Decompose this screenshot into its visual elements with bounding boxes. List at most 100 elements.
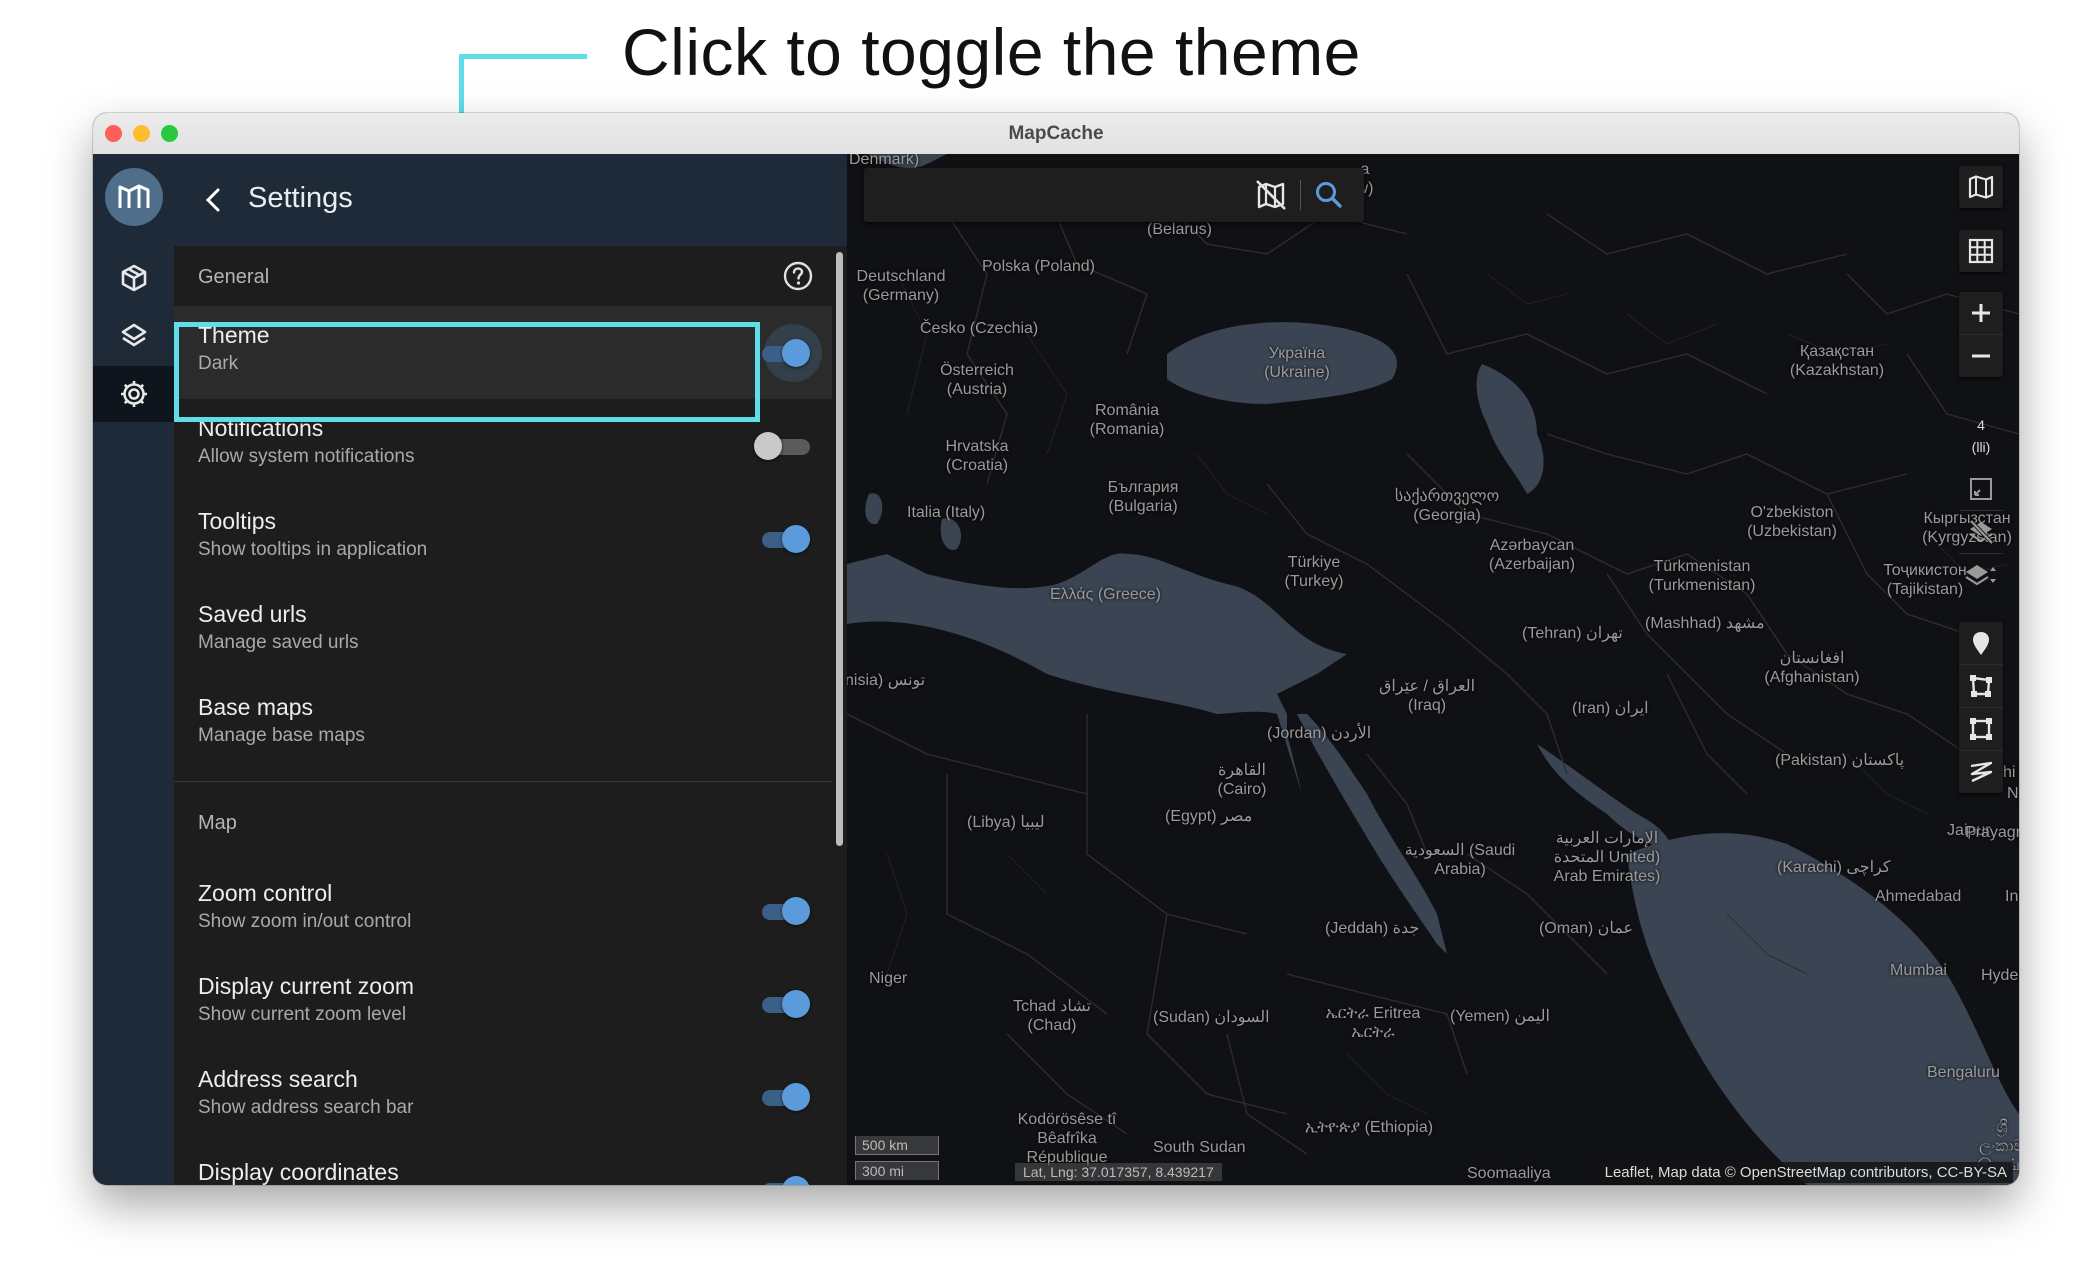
map-label: Türkmenistan (Turkmenistan) bbox=[1648, 558, 1756, 594]
view-tools-control[interactable] bbox=[1959, 468, 2003, 596]
address-search-toggle[interactable] bbox=[754, 1082, 810, 1112]
map-label: (Libya) ليبيا bbox=[967, 814, 1045, 831]
setting-address-search[interactable]: Address search Show address search bar bbox=[174, 1050, 832, 1143]
clear-layers-button[interactable] bbox=[1959, 511, 2003, 554]
map-label: (Tehran) تهران bbox=[1522, 625, 1623, 642]
zoom-control[interactable] bbox=[1959, 292, 2003, 377]
search-button[interactable] bbox=[1312, 178, 1346, 212]
section-label: Map bbox=[198, 812, 237, 834]
app-window: MapCache Settings General Theme Dark Not… bbox=[93, 113, 2019, 1185]
map-label: România (Romania) bbox=[1089, 402, 1165, 438]
map-label: Česko (Czechia) bbox=[920, 320, 1039, 337]
basemap-button[interactable] bbox=[1959, 166, 2003, 208]
plus-icon bbox=[1972, 304, 1990, 322]
map-label: India bbox=[2005, 888, 2019, 905]
back-button[interactable] bbox=[194, 180, 234, 220]
basemap-control[interactable] bbox=[1959, 166, 2003, 208]
scale-mi: 300 mi bbox=[855, 1161, 939, 1180]
setting-title: Display coordinates bbox=[198, 1159, 399, 1185]
map-off-icon bbox=[1256, 180, 1286, 210]
grid-control[interactable] bbox=[1959, 230, 2003, 272]
nav-rail bbox=[93, 154, 174, 1185]
nav-layers-button[interactable] bbox=[93, 308, 174, 364]
window-title: MapCache bbox=[1008, 123, 1104, 144]
zoom-level-suffix: (lli) bbox=[1971, 439, 1991, 455]
map-label: Hyderabad bbox=[1981, 967, 2019, 984]
map-label: ኢትዮጵያ (Ethiopia) bbox=[1305, 1119, 1434, 1136]
map-attribution[interactable]: Leaflet, Map data © OpenStreetMap contri… bbox=[1598, 1162, 2013, 1183]
map-label: Ελλάς (Greece) bbox=[1050, 586, 1161, 603]
tooltips-toggle[interactable] bbox=[754, 524, 810, 554]
setting-display-current-zoom[interactable]: Display current zoom Show current zoom l… bbox=[174, 957, 832, 1050]
map-label: Україна (Ukraine) bbox=[1264, 345, 1330, 381]
map-label: България (Bulgaria) bbox=[1107, 479, 1179, 515]
rectangle-icon bbox=[1970, 718, 1992, 740]
map-icon bbox=[1968, 175, 1994, 199]
map-label: Kodörösêse tî Bêafrîka République bbox=[1017, 1111, 1117, 1166]
map-label: (Jeddah) جدة bbox=[1325, 920, 1420, 937]
layer-order-button[interactable] bbox=[1959, 554, 2003, 596]
setting-base-maps[interactable]: Base maps Manage base maps bbox=[174, 678, 832, 771]
app-logo[interactable] bbox=[105, 168, 163, 226]
help-button[interactable] bbox=[782, 260, 814, 292]
setting-display-coordinates[interactable]: Display coordinates bbox=[174, 1143, 832, 1185]
fit-extent-button[interactable] bbox=[1959, 468, 2003, 511]
setting-title: Saved urls bbox=[198, 601, 307, 627]
settings-scrollbar[interactable] bbox=[832, 246, 847, 1185]
setting-zoom-control[interactable]: Zoom control Show zoom in/out control bbox=[174, 864, 832, 957]
setting-tooltips[interactable]: Tooltips Show tooltips in application bbox=[174, 492, 832, 585]
nav-projects-button[interactable] bbox=[93, 250, 174, 306]
setting-title: Base maps bbox=[198, 694, 314, 720]
setting-saved-urls[interactable]: Saved urls Manage saved urls bbox=[174, 585, 832, 678]
map-label: Қазақстан (Kazakhstan) bbox=[1789, 343, 1885, 379]
address-search-bar[interactable] bbox=[864, 168, 1364, 222]
zoom-out-button[interactable] bbox=[1959, 335, 2003, 377]
map-label: (Jordan) الأردن bbox=[1267, 725, 1372, 742]
setting-subtitle: Show zoom in/out control bbox=[198, 911, 412, 932]
help-circle-icon bbox=[783, 261, 813, 291]
theme-highlight-box bbox=[174, 322, 760, 422]
grid-overlay-button[interactable] bbox=[1959, 230, 2003, 272]
setting-subtitle: Allow system notifications bbox=[198, 446, 415, 467]
layers-icon bbox=[121, 323, 146, 347]
setting-subtitle: Manage base maps bbox=[198, 725, 365, 746]
map-label: (Yemen) اليمن bbox=[1450, 1008, 1550, 1025]
map-label: Denmark) bbox=[849, 154, 920, 168]
map-off-button[interactable] bbox=[1254, 178, 1288, 212]
coordinates-display: Lat, Lng: 37.017357, 8.439217 bbox=[1015, 1163, 1222, 1181]
setting-title: Zoom control bbox=[198, 880, 333, 906]
draw-polygon-button[interactable] bbox=[1959, 665, 2003, 708]
section-label: General bbox=[198, 266, 270, 288]
zoom-in-button[interactable] bbox=[1959, 292, 2003, 335]
map-label: Italia (Italy) bbox=[907, 504, 986, 521]
map-view[interactable]: Denmark) (Belarus) Polska (Poland) Deuts… bbox=[847, 154, 2019, 1185]
map-label: Mumbai bbox=[1890, 962, 1947, 979]
draw-marker-button[interactable] bbox=[1959, 622, 2003, 665]
map-label: Niger bbox=[869, 970, 908, 987]
address-search-input[interactable] bbox=[874, 178, 1248, 214]
display-zoom-toggle[interactable] bbox=[754, 989, 810, 1019]
search-divider bbox=[1300, 180, 1301, 210]
draw-control[interactable] bbox=[1959, 622, 2003, 793]
chevron-left-icon bbox=[205, 188, 220, 212]
map-label: الإمارات العربية المتحدة United) Arab Em… bbox=[1553, 830, 1661, 885]
map-label: Österreich (Austria) bbox=[940, 362, 1014, 398]
map-label: (Karachi) کراچی bbox=[1777, 859, 1891, 876]
notifications-toggle[interactable] bbox=[754, 431, 810, 461]
map-label: O'zbekiston (Uzbekistan) bbox=[1747, 504, 1837, 540]
scrollbar-thumb[interactable] bbox=[836, 252, 843, 846]
map-label: South Sudan bbox=[1153, 1139, 1246, 1156]
display-coordinates-toggle[interactable] bbox=[754, 1175, 810, 1185]
setting-title: Address search bbox=[198, 1066, 358, 1092]
map-label: Tchad تشاد (Chad) bbox=[1013, 998, 1091, 1034]
layers-sort-icon bbox=[1965, 565, 1996, 586]
draw-line-button[interactable] bbox=[1959, 751, 2003, 793]
draw-rectangle-button[interactable] bbox=[1959, 708, 2003, 751]
zoom-control-toggle[interactable] bbox=[754, 896, 810, 926]
nav-settings-button[interactable] bbox=[93, 366, 174, 422]
polygon-icon bbox=[1970, 675, 1992, 697]
map-label: (Sudan) السودان bbox=[1153, 1009, 1270, 1026]
map-label: Polska (Poland) bbox=[982, 258, 1095, 275]
map-pin-icon bbox=[1973, 632, 1989, 655]
theme-toggle[interactable] bbox=[754, 338, 810, 368]
